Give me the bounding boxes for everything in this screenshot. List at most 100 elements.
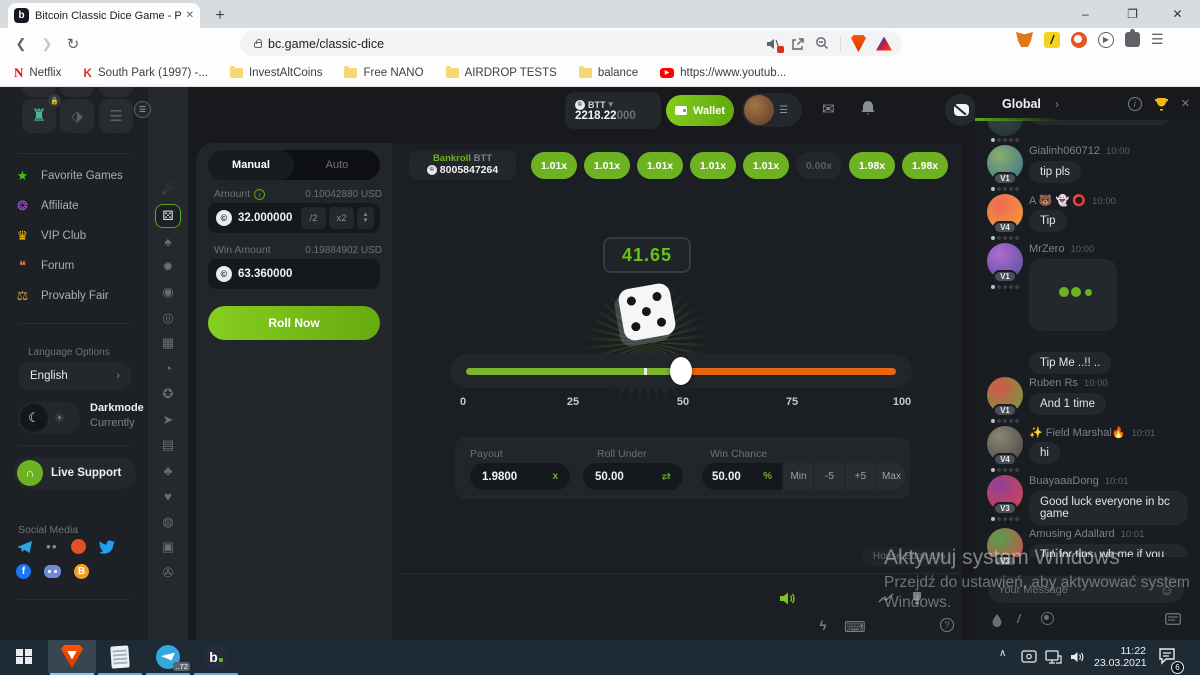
game-strip-spiral-icon[interactable]: ✇ [155, 561, 181, 585]
sidebar-item-favorite-games[interactable]: ★Favorite Games [14, 165, 134, 187]
history-multiplier-badge[interactable]: 1.01x [743, 152, 789, 179]
slider-handle[interactable] [670, 357, 692, 385]
chat-username[interactable]: Amusing Adallard [1029, 528, 1115, 540]
secure-lock-icon[interactable] [254, 42, 262, 48]
half-bet-button[interactable]: /2 [301, 207, 326, 229]
sun-icon[interactable]: ☀ [54, 411, 65, 425]
history-multiplier-badge[interactable]: 1.01x [637, 152, 683, 179]
tab-manual[interactable]: Manual [208, 150, 294, 180]
metamask-extension-icon[interactable] [1016, 32, 1033, 47]
bookmark-item[interactable]: NNetflix [14, 65, 61, 81]
action-center-button[interactable]: 6 [1158, 647, 1178, 670]
chat-room-title[interactable]: Global [1002, 97, 1041, 111]
roll-now-button[interactable]: Roll Now [208, 306, 380, 340]
history-multiplier-badge[interactable]: 0.00x [796, 152, 842, 179]
sidebar-collapse-button[interactable]: ☰ [134, 101, 151, 118]
game-tile-partial[interactable]: ◆ [60, 87, 94, 97]
darkmode-toggle[interactable]: ☾ ☀ [18, 402, 80, 434]
game-strip-tower-icon[interactable]: ▤ [155, 433, 181, 457]
rain-tip-icon[interactable] [991, 613, 1003, 627]
chat-bubble[interactable]: And 1 time [1029, 393, 1106, 415]
bat-rewards-icon[interactable] [876, 37, 892, 51]
chat-username[interactable]: ✨ Field Marshal🔥 [1029, 427, 1125, 439]
chat-username[interactable]: A 🐻 👻 ⭕ [1029, 195, 1086, 207]
puzzle-extensions-icon[interactable] [1125, 32, 1140, 47]
url-text[interactable]: bc.game/classic-dice [268, 37, 756, 51]
double-bet-button[interactable]: x2 [329, 207, 354, 229]
address-bar[interactable]: bc.game/classic-dice [240, 31, 902, 56]
amount-input[interactable]: © 32.000000 /2 x2 ▴▾ [208, 203, 380, 233]
game-strip-crash-icon[interactable]: ☄ [155, 178, 181, 202]
win-chance-max-button[interactable]: Max [877, 463, 906, 490]
game-strip-plinko-icon[interactable]: ◉ [155, 280, 181, 304]
game-tile-ticket[interactable]: ⬗ [60, 99, 94, 133]
bookmark-item[interactable]: AIRDROP TESTS [446, 67, 557, 79]
extension-orange-icon[interactable] [1071, 32, 1087, 48]
zoom-out-icon[interactable] [815, 36, 830, 51]
brave-shield-icon[interactable] [851, 35, 866, 52]
github-icon[interactable] [71, 539, 86, 554]
live-support-button[interactable]: ∩ Live Support [14, 457, 136, 489]
bookmark-item[interactable]: ▶https://www.youtub... [660, 67, 786, 79]
back-button[interactable]: ❮ [8, 36, 34, 52]
window-minimize-button[interactable]: – [1063, 0, 1108, 28]
game-strip-rocket-icon[interactable]: ➤ [155, 408, 181, 432]
window-close-button[interactable]: ✕ [1155, 0, 1200, 28]
history-multiplier-badge[interactable]: 1.01x [531, 152, 577, 179]
game-strip-slots-icon[interactable]: ▣ [155, 535, 181, 559]
tab-muted-icon[interactable] [766, 37, 781, 51]
chevron-right-icon[interactable]: › [1055, 97, 1059, 111]
commands-icon[interactable]: / [1017, 612, 1020, 626]
stats-icon[interactable] [878, 593, 894, 604]
sidebar-item-vip-club[interactable]: ♛VIP Club [14, 225, 134, 247]
game-strip-cards-icon[interactable]: ♣ [155, 459, 181, 483]
share-icon[interactable] [791, 37, 805, 51]
taskbar-bcgame[interactable]: b [192, 640, 240, 673]
history-multiplier-badge[interactable]: 1.98x [902, 152, 948, 179]
bookmark-item[interactable]: Free NANO [344, 67, 423, 79]
balance-selector[interactable]: ©BTT▾ 2218.22000 [565, 92, 661, 129]
amount-value[interactable]: 32.000000 [238, 212, 301, 224]
chat-username[interactable]: Ruben Rs [1029, 377, 1078, 389]
win-chance-input[interactable]: 50.00 % [702, 463, 782, 490]
taskbar-brave[interactable] [48, 640, 96, 673]
info-icon[interactable]: i [254, 189, 265, 200]
game-tile-locked[interactable]: ♜🔒 [22, 99, 56, 133]
new-tab-button[interactable]: + [210, 6, 230, 26]
bookmark-item[interactable]: KSouth Park (1997) -... [83, 66, 208, 80]
avatar[interactable] [744, 95, 774, 125]
taskbar-notepad[interactable] [96, 640, 144, 673]
game-strip-limbo-icon[interactable]: ◔ [155, 357, 181, 381]
win-chance-min-button[interactable]: Min [784, 463, 813, 490]
telegram-icon[interactable] [16, 539, 33, 554]
game-tile-partial[interactable]: ◆ [99, 87, 133, 97]
chat-username[interactable]: MrZero [1029, 243, 1064, 255]
history-multiplier-badge[interactable]: 1.98x [849, 152, 895, 179]
chat-toggle-button[interactable] [945, 94, 977, 126]
coin-drop-icon[interactable] [1041, 612, 1054, 625]
game-strip-roulette-icon[interactable]: ✪ [155, 382, 181, 406]
language-select[interactable]: English › [18, 361, 132, 391]
wallet-button[interactable]: Wallet [666, 95, 734, 126]
game-strip-mines-icon[interactable]: ✹ [155, 255, 181, 279]
taskbar-telegram[interactable]: ..72 [144, 640, 192, 673]
browser-menu-icon[interactable]: ☰ [1151, 31, 1164, 48]
roll-slider[interactable] [450, 354, 912, 388]
moon-icon[interactable]: ☾ [20, 404, 48, 432]
turbo-icon[interactable]: ϟ [813, 618, 833, 633]
win-chance--5-button[interactable]: -5 [815, 463, 844, 490]
history-multiplier-badge[interactable]: 1.01x [690, 152, 736, 179]
browser-tab[interactable]: b Bitcoin Classic Dice Game - Play D ✕ [8, 3, 200, 28]
roll-under-input[interactable]: 50.00 ⇄ [583, 463, 683, 490]
start-button[interactable] [0, 640, 48, 673]
help-icon[interactable]: ? [940, 618, 954, 632]
game-strip-ring-icon[interactable]: ◎ [155, 306, 181, 330]
chat-bubble[interactable]: Good luck everyone in bc game [1029, 491, 1188, 525]
tray-network-icon[interactable] [1045, 650, 1062, 664]
tray-cast-icon[interactable] [1021, 650, 1037, 664]
bell-icon[interactable] [860, 100, 876, 117]
chat-username[interactable]: BuayaaaDong [1029, 475, 1099, 487]
chat-info-icon[interactable]: i [1128, 97, 1142, 111]
hotkeys-icon[interactable]: ⌨ [844, 618, 864, 636]
profile-menu[interactable]: ☰ [742, 93, 802, 127]
